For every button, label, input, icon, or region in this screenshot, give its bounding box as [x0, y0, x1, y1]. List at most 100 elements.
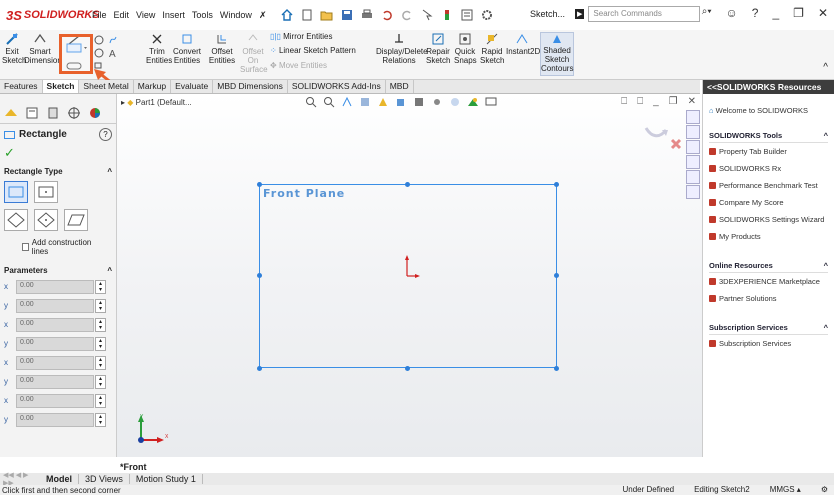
corner-rectangle-option[interactable] [4, 181, 28, 203]
select-icon[interactable] [420, 8, 434, 22]
resource-link[interactable]: SOLIDWORKS Settings Wizard [709, 211, 828, 228]
tab-solidworks-addins[interactable]: SOLIDWORKS Add-Ins [288, 80, 386, 93]
close-icon[interactable]: ✕ [818, 6, 828, 20]
section-view-icon[interactable] [359, 96, 371, 108]
param-value-input[interactable]: 0.00 [16, 393, 94, 408]
trim-entities-button[interactable]: Trim Entities [146, 32, 172, 65]
rapid-sketch-button[interactable]: Rapid Sketch [480, 32, 504, 65]
display-delete-relations-button[interactable]: Display/Delete Relations [376, 32, 428, 65]
appearances-icon[interactable] [686, 170, 700, 184]
menu-insert[interactable]: Insert [162, 8, 185, 23]
view-palette-icon[interactable] [686, 155, 700, 169]
parallelogram-option[interactable] [64, 209, 88, 231]
search-dropdown-icon[interactable]: ⌕▾ [702, 6, 712, 20]
tab-sheet-metal[interactable]: Sheet Metal [79, 80, 134, 93]
help-icon[interactable]: ? [752, 6, 759, 20]
resources-panel-header[interactable]: <<SOLIDWORKS Resources [703, 80, 834, 94]
resource-link[interactable]: SOLIDWORKS Rx [709, 160, 828, 177]
spinner-icon[interactable]: ▴ ▾ [95, 279, 106, 294]
options-gear-icon[interactable] [480, 8, 494, 22]
help-button[interactable]: ? [99, 128, 112, 141]
tab-mbd[interactable]: MBD [386, 80, 414, 93]
param-value-input[interactable]: 0.00 [16, 355, 94, 370]
plane-handle[interactable] [257, 366, 262, 371]
menu-edit[interactable]: Edit [114, 8, 130, 23]
feature-manager-icon[interactable] [2, 106, 20, 120]
tab-3d-views[interactable]: 3D Views [79, 474, 130, 484]
circle-tool-button[interactable]: A [92, 34, 118, 72]
tab-evaluate[interactable]: Evaluate [171, 80, 214, 93]
home-icon[interactable] [686, 110, 700, 124]
restore-icon[interactable]: ❐ [793, 6, 804, 20]
tab-mbd-dimensions[interactable]: MBD Dimensions [213, 80, 288, 93]
tab-sketch[interactable]: Sketch [42, 80, 80, 93]
menu-view[interactable]: View [136, 8, 155, 23]
add-construction-lines-checkbox[interactable]: Add construction lines [0, 234, 116, 260]
spinner-icon[interactable]: ▴ ▾ [95, 336, 106, 351]
resource-link[interactable]: My Products [709, 228, 828, 245]
move-entities-button[interactable]: ✥ Move Entities [270, 61, 360, 70]
resource-link[interactable]: Subscription Services [709, 335, 828, 352]
apply-scene-icon[interactable] [467, 96, 479, 108]
collapse-chevron-icon[interactable]: ^ [824, 131, 828, 140]
plane-handle[interactable] [405, 366, 410, 371]
spinner-icon[interactable]: ▴ ▾ [95, 393, 106, 408]
tab-markup[interactable]: Markup [134, 80, 172, 93]
split-view-2-icon[interactable]: ⎕ [637, 96, 643, 107]
tab-model[interactable]: Model [40, 474, 79, 484]
split-view-icon[interactable]: ⎕ [621, 96, 627, 107]
spinner-icon[interactable]: ▴ ▾ [95, 298, 106, 313]
param-value-input[interactable]: 0.00 [16, 336, 94, 351]
plane-handle[interactable] [554, 273, 559, 278]
center-rectangle-option[interactable] [34, 181, 58, 203]
resource-link[interactable]: 3DEXPERIENCE Marketplace [709, 273, 828, 290]
exit-sketch-button[interactable]: Exit Sketch [2, 32, 26, 65]
checkbox[interactable] [22, 243, 29, 251]
smart-dimension-button[interactable]: Smart Dimension [24, 32, 62, 65]
custom-properties-icon[interactable] [686, 185, 700, 199]
plane-handle[interactable] [257, 182, 262, 187]
search-input[interactable]: Search Commands [588, 6, 701, 22]
tab-motion-study[interactable]: Motion Study 1 [130, 474, 203, 484]
param-value-input[interactable]: 0.00 [16, 374, 94, 389]
display-manager-icon[interactable] [86, 106, 104, 120]
rebuild-status-icon[interactable]: ⚙ [821, 485, 828, 494]
collapse-ribbon-icon[interactable]: ^ [823, 62, 828, 73]
graphics-minimize-icon[interactable]: _ [653, 96, 659, 107]
edit-appearance-icon[interactable] [449, 96, 461, 108]
collapse-chevron-icon[interactable]: ^ [824, 261, 828, 270]
configuration-manager-icon[interactable] [44, 106, 62, 120]
resource-link[interactable]: Partner Solutions [709, 290, 828, 307]
file-explorer-icon[interactable] [686, 140, 700, 154]
online-resources-section[interactable]: Online Resources ^ [709, 259, 828, 273]
file-properties-icon[interactable] [460, 8, 474, 22]
user-icon[interactable]: ☺ [726, 6, 738, 20]
spinner-icon[interactable]: ▴ ▾ [95, 412, 106, 427]
3pt-corner-rectangle-option[interactable] [4, 209, 28, 231]
display-style-icon[interactable] [413, 96, 425, 108]
parameters-header[interactable]: Parameters ^ [0, 264, 116, 277]
menu-tools[interactable]: Tools [192, 8, 213, 23]
zoom-to-area-icon[interactable] [323, 96, 335, 108]
repair-sketch-button[interactable]: Repair Sketch [426, 32, 450, 65]
search-commands-icon[interactable]: ▶ [575, 9, 585, 19]
undo-icon[interactable] [380, 8, 394, 22]
spinner-icon[interactable]: ▴ ▾ [95, 355, 106, 370]
param-value-input[interactable]: 0.00 [16, 412, 94, 427]
confirmation-corner[interactable] [642, 124, 692, 158]
design-library-icon[interactable] [686, 125, 700, 139]
new-document-icon[interactable] [300, 8, 314, 22]
param-value-input[interactable]: 0.00 [16, 317, 94, 332]
zoom-to-fit-icon[interactable] [305, 96, 317, 108]
save-icon[interactable] [340, 8, 354, 22]
solidworks-tools-section[interactable]: SOLIDWORKS Tools ^ [709, 129, 828, 143]
collapse-chevron-icon[interactable]: ^ [824, 323, 828, 332]
ok-check-button[interactable]: ✓ [0, 145, 116, 161]
minimize-icon[interactable]: _ [772, 6, 779, 20]
rebuild-icon[interactable] [440, 8, 454, 22]
resource-link[interactable]: Compare My Score [709, 194, 828, 211]
rectangle-type-header[interactable]: Rectangle Type ^ [0, 165, 116, 178]
dimxpert-manager-icon[interactable] [65, 106, 83, 120]
graphics-area[interactable]: ▸ ◆ Part1 (Default... ⎕ ⎕ _ ❐ ✕ Front Pl… [117, 94, 702, 457]
menu-file[interactable]: File [92, 8, 107, 23]
